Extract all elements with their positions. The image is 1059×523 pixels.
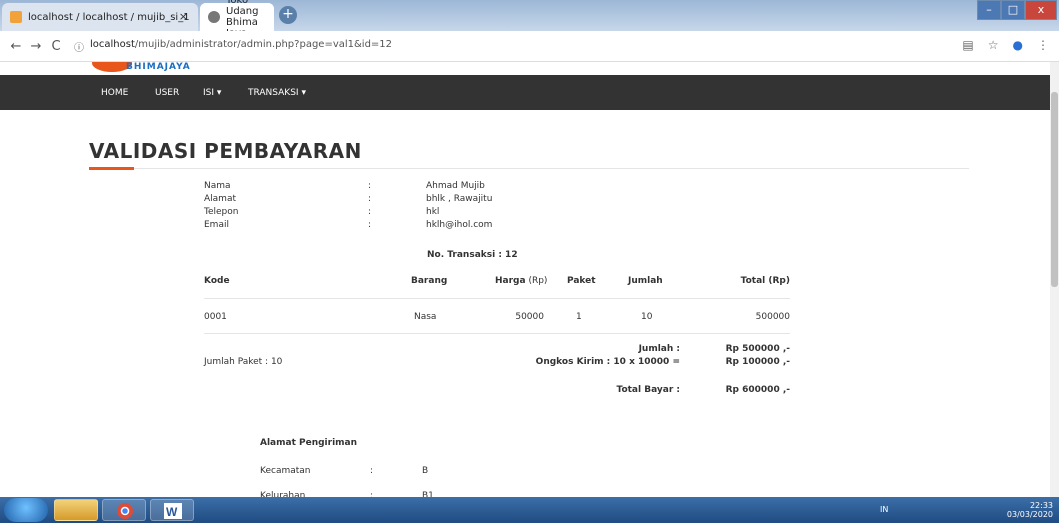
shipping-label: Kecamatan [260,466,311,476]
url-host: localhost [90,39,135,50]
site-header: BHIMAJAYA [0,62,1050,75]
col-harga-unit: (Rp) [528,276,548,286]
translate-icon[interactable]: ▤ [962,38,973,52]
tab-toko-content[interactable]: Toko Udang Bhima Jaya [200,0,274,39]
tab-label: localhost / localhost / mujib_si_1 [28,11,190,23]
reload-icon[interactable]: C [46,39,66,54]
address-bar: ← → C ⓘ localhost/mujib/administrator/ad… [0,31,1059,62]
total-value: Rp 600000 ,- [725,385,790,395]
info-icon[interactable]: ⓘ [74,39,84,54]
nav-user[interactable]: USER [155,88,179,98]
customer-label: Telepon [204,207,239,217]
customer-value: bhlk , Rawajitu [426,194,493,204]
windows-taskbar: W IN 22:33 03/03/2020 [0,497,1059,523]
phpmyadmin-icon [10,11,22,23]
browser-tab-bar: localhost / localhost / mujib_si_1 × Tok… [0,0,1059,39]
col-harga-label: Harga [495,276,526,286]
main-navbar: HOME USER ISI ▾ TRANSAKSI ▾ [0,75,1050,110]
nav-home[interactable]: HOME [101,88,128,98]
table-header-divider [204,298,790,299]
customer-value: Ahmad Mujib [426,181,485,191]
cell-kode: 0001 [204,312,227,322]
cell-harga: 50000 [515,312,544,322]
explorer-taskbar-icon[interactable] [54,499,98,521]
cell-jumlah: 10 [641,312,653,322]
col-paket: Paket [567,276,596,286]
customer-value: hklh@ihol.com [426,220,493,230]
cell-barang: Nasa [414,312,437,322]
jumlah-paket: Jumlah Paket : 10 [204,357,283,367]
minimize-button[interactable]: – [977,0,1001,20]
star-icon[interactable]: ☆ [988,38,999,52]
col-jumlah: Jumlah [628,276,663,286]
col-kode: Kode [204,276,230,286]
url-field[interactable]: localhost/mujib/administrator/admin.php?… [90,39,392,50]
total-label: Total Bayar : [616,385,681,395]
shipping-heading: Alamat Pengiriman [260,438,358,448]
back-icon[interactable]: ← [6,39,26,54]
customer-sep: : [368,194,372,204]
customer-value: hkl [426,207,440,217]
extension-icon[interactable]: ● [1013,38,1023,52]
new-tab-button[interactable]: + [279,6,297,24]
clock[interactable]: 22:33 03/03/2020 [1007,501,1053,519]
menu-icon[interactable]: ⋮ [1037,38,1049,52]
start-button[interactable] [4,498,48,522]
ongkos-label: Ongkos Kirim : 10 x 10000 = [535,357,680,367]
nav-isi[interactable]: ISI ▾ [203,88,221,98]
customer-label: Email [204,220,229,230]
cell-total: 500000 [755,312,790,322]
tab-phpmyadmin[interactable]: localhost / localhost / mujib_si_1 × [2,3,198,31]
customer-sep: : [368,207,372,217]
chrome-icon [117,503,133,519]
maximize-button[interactable]: □ [1001,0,1025,20]
scrollbar-thumb[interactable] [1051,92,1058,287]
url-path: /mujib/administrator/admin.php?page=val1… [134,39,393,50]
customer-label: Alamat [204,194,236,204]
col-total: Total (Rp) [740,276,790,286]
forward-icon[interactable]: → [26,39,46,54]
logo-text[interactable]: BHIMAJAYA [126,62,191,72]
col-harga: Harga (Rp) [495,276,547,286]
page-scrollbar[interactable] [1050,62,1059,497]
table-row-divider [204,333,790,334]
window-controls: – □ x [977,0,1057,20]
nav-transaksi[interactable]: TRANSAKSI ▾ [248,88,306,98]
word-taskbar-icon[interactable]: W [150,499,194,521]
chrome-taskbar-icon[interactable] [102,499,146,521]
jumlah-value: Rp 500000 ,- [725,344,790,354]
globe-icon [208,11,220,23]
customer-label: Nama [204,181,231,191]
page-title: VALIDASI PEMBAYARAN [89,139,362,163]
shipping-value: B [422,466,429,476]
clock-time: 22:33 [1029,501,1053,510]
transaction-number: No. Transaksi : 12 [427,250,518,260]
title-divider [89,168,969,169]
language-indicator[interactable]: IN [880,505,888,514]
customer-sep: : [368,181,372,191]
ongkos-value: Rp 100000 ,- [725,357,790,367]
close-icon[interactable]: × [179,10,188,23]
clock-date: 03/03/2020 [1006,510,1053,519]
svg-text:W: W [166,505,178,519]
shipping-sep: : [370,466,374,476]
col-barang: Barang [411,276,448,286]
word-icon: W [164,503,182,519]
customer-sep: : [368,220,372,230]
close-window-button[interactable]: x [1025,0,1057,20]
jumlah-label: Jumlah : [638,344,680,354]
cell-paket: 1 [576,312,582,322]
title-accent [89,167,134,170]
